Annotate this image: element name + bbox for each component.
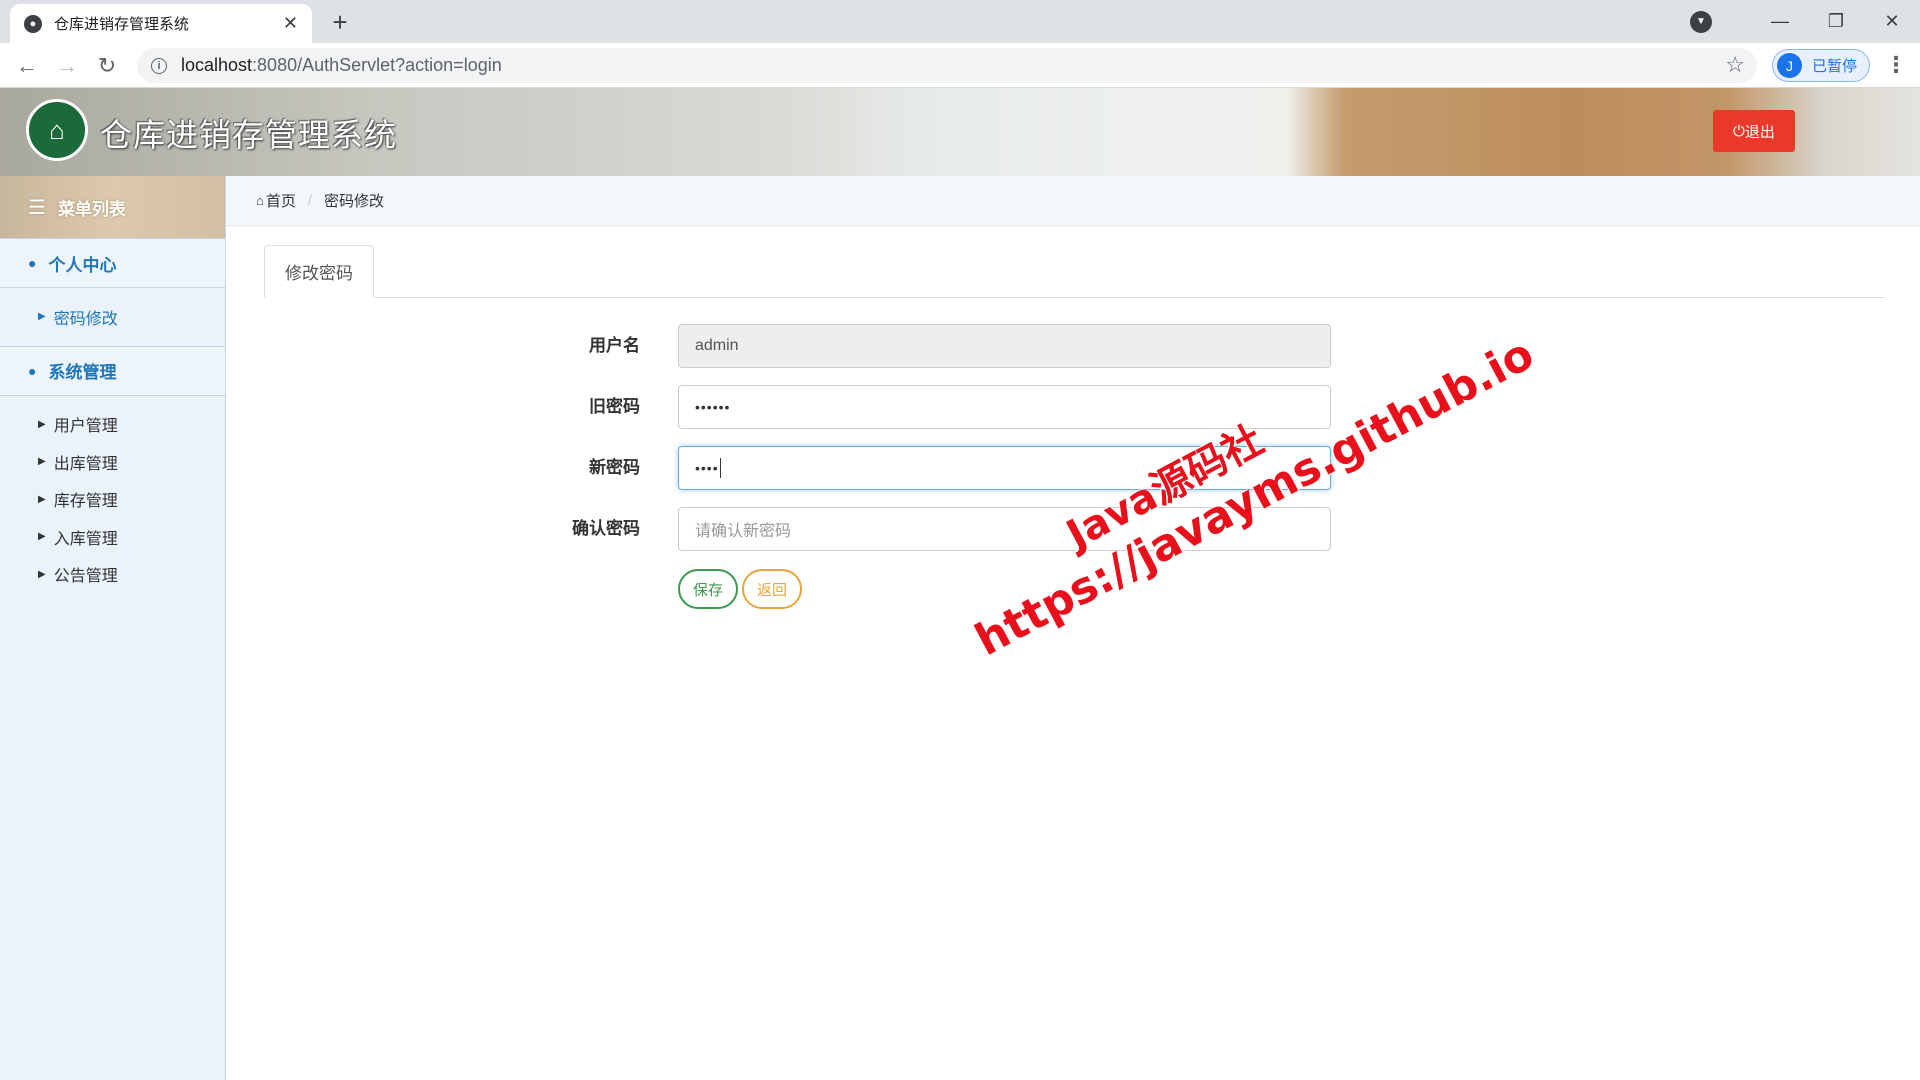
url-text[interactable]: localhost:8080/AuthServlet?action=login xyxy=(181,55,502,76)
sidebar-item-password[interactable]: ▶ 密码修改 xyxy=(0,298,225,336)
form-row-confirm-password: 确认密码 请确认新密码 xyxy=(520,507,1331,551)
browser-menu-icon[interactable]: ⋮ xyxy=(1882,51,1910,79)
forward-arrow-icon[interactable]: → xyxy=(50,49,84,83)
caret-right-icon: ▶ xyxy=(38,568,46,580)
caret-right-icon: ▶ xyxy=(38,531,46,543)
restore-button[interactable]: ❐ xyxy=(1808,0,1864,43)
sidebar-item-label: 入库管理 xyxy=(53,530,118,548)
browser-tab[interactable]: ● 仓库进销存管理系统 ✕ xyxy=(10,4,312,43)
old-password-label: 旧密码 xyxy=(589,397,640,416)
confirm-password-label: 确认密码 xyxy=(572,519,640,538)
sidebar-item-label: 密码修改 xyxy=(53,310,118,328)
url-path: :8080/AuthServlet?action=login xyxy=(252,55,502,75)
url-host: localhost xyxy=(181,55,253,75)
back-arrow-icon[interactable]: ← xyxy=(10,49,44,83)
sidebar-item-users[interactable]: ▶ 用户管理 xyxy=(0,406,225,444)
tab-close-icon[interactable]: ✕ xyxy=(283,13,298,34)
browser-toolbar: ← → ↻ i localhost:8080/AuthServlet?actio… xyxy=(0,43,1920,88)
globe-icon: ● xyxy=(24,14,42,33)
user-icon: ● xyxy=(28,255,37,271)
sidebar-item-label: 出库管理 xyxy=(53,455,118,473)
app-title: 仓库进销存管理系统 xyxy=(100,117,398,153)
caret-right-icon: ▶ xyxy=(38,456,46,468)
caret-right-icon: ▶ xyxy=(38,311,46,323)
breadcrumb-separator: / xyxy=(307,192,313,209)
window-controls: ▼ — ❐ ✕ xyxy=(1690,0,1920,43)
back-button[interactable]: 返回 xyxy=(742,569,802,609)
new-tab-button[interactable]: + xyxy=(324,6,356,38)
old-password-mask: •••••• xyxy=(695,399,731,415)
browser-tabbar: ● 仓库进销存管理系统 ✕ + ▼ — ❐ ✕ xyxy=(0,0,1920,43)
sidebar-header: ☰ 菜单列表 xyxy=(0,176,225,238)
tab-change-password[interactable]: 修改密码 xyxy=(264,245,374,298)
sidebar-item-outbound[interactable]: ▶ 出库管理 xyxy=(0,443,225,481)
username-field[interactable]: admin xyxy=(678,324,1331,368)
logout-label: 退出 xyxy=(1744,123,1775,141)
sidebar-group-system[interactable]: ● 系统管理 xyxy=(0,345,225,396)
sidebar-item-notices[interactable]: ▶ 公告管理 xyxy=(0,556,225,594)
breadcrumb-home[interactable]: 首页 xyxy=(266,190,296,211)
username-label: 用户名 xyxy=(589,336,640,355)
tab-title: 仓库进销存管理系统 xyxy=(54,16,190,33)
sidebar-group-label: 系统管理 xyxy=(48,363,117,382)
sidebar-item-inbound[interactable]: ▶ 入库管理 xyxy=(0,518,225,556)
new-password-mask: •••• xyxy=(695,460,719,476)
sidebar-item-label: 用户管理 xyxy=(53,418,118,436)
old-password-field[interactable]: •••••• xyxy=(678,385,1331,429)
text-caret xyxy=(719,458,721,478)
sidebar-title: 菜单列表 xyxy=(57,199,126,219)
sidebar-item-inventory[interactable]: ▶ 库存管理 xyxy=(0,481,225,519)
sidebar-submenu-personal: ▶ 密码修改 xyxy=(0,288,225,346)
info-icon[interactable]: i xyxy=(151,57,167,74)
reload-icon[interactable]: ↻ xyxy=(90,49,124,83)
address-bar[interactable]: i localhost:8080/AuthServlet?action=logi… xyxy=(137,48,1757,83)
home-icon: ⌂ xyxy=(256,193,264,208)
minimize-button[interactable]: — xyxy=(1752,0,1808,43)
confirm-password-field[interactable]: 请确认新密码 xyxy=(678,507,1331,551)
form-row-new-password: 新密码 •••• xyxy=(520,446,1331,490)
profile-status: 已暂停 xyxy=(1812,58,1858,75)
school-logo-icon: ⌂ xyxy=(26,99,88,161)
menu-list-icon: ☰ xyxy=(28,196,46,219)
avatar: J xyxy=(1777,53,1802,78)
content-tabs: 修改密码 xyxy=(264,245,1884,298)
caret-right-icon: ▶ xyxy=(38,493,46,505)
logout-button[interactable]: ⏻ 退出 xyxy=(1713,110,1795,152)
sidebar-item-label: 库存管理 xyxy=(53,493,118,511)
sidebar-group-personal[interactable]: ● 个人中心 xyxy=(0,238,225,288)
new-password-field[interactable]: •••• xyxy=(678,446,1331,490)
watermark-line2: https://javayms.github.io xyxy=(967,328,1542,667)
save-button[interactable]: 保存 xyxy=(678,569,738,609)
sidebar-group-label: 个人中心 xyxy=(48,255,117,275)
power-icon: ⏻ xyxy=(1733,122,1745,140)
sidebar: ☰ 菜单列表 ● 个人中心 ▶ 密码修改 ● 系统管理 ▶ 用户管理 ▶ 出库管… xyxy=(0,176,226,1080)
form-actions: 保存 返回 xyxy=(520,569,1320,613)
bookmark-star-icon[interactable]: ☆ xyxy=(1725,52,1745,78)
user-icon: ● xyxy=(28,362,37,379)
sidebar-item-label: 公告管理 xyxy=(53,568,118,586)
close-window-button[interactable]: ✕ xyxy=(1864,0,1920,43)
form-row-old-password: 旧密码 •••••• xyxy=(520,385,1331,429)
breadcrumb: ⌂ 首页 / 密码修改 xyxy=(226,176,1920,226)
form-row-username: 用户名 admin xyxy=(520,324,1331,368)
sidebar-submenu-system: ▶ 用户管理 ▶ 出库管理 ▶ 库存管理 ▶ 入库管理 ▶ 公告管理 xyxy=(0,396,225,604)
profile-button[interactable]: J 已暂停 xyxy=(1772,49,1870,82)
app-header: ⌂ 仓库进销存管理系统 ⏻ 退出 xyxy=(0,88,1920,176)
new-password-label: 新密码 xyxy=(589,458,640,477)
breadcrumb-current: 密码修改 xyxy=(324,193,385,210)
caret-right-icon: ▶ xyxy=(38,418,46,430)
tab-search-icon[interactable]: ▼ xyxy=(1690,10,1712,33)
